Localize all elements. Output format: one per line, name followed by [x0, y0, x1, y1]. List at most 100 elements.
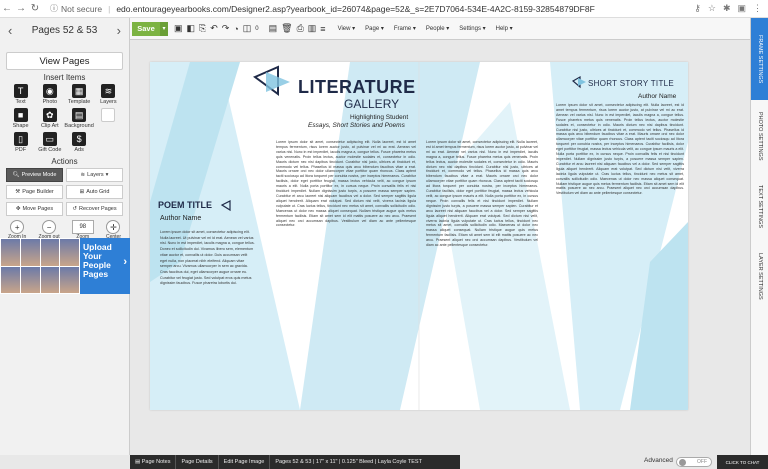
undo-icon[interactable]: ↶ [210, 23, 218, 34]
move-pages-button[interactable]: ✥ Move Pages [6, 202, 63, 216]
menu-label: Help [495, 26, 508, 32]
upload-people-button[interactable]: Upload Your People Pages › [80, 238, 130, 294]
story-author[interactable]: Author Name [638, 93, 676, 100]
insert-layers-button[interactable]: ≋ Layers [94, 84, 123, 105]
insert-clipart-button[interactable]: ✿ Clip Art [35, 108, 64, 129]
zoom-controls: + Zoom In − Zoom out 98 Zoom ✛ Center [0, 216, 129, 240]
poem-title[interactable]: POEM TITLE [158, 200, 212, 210]
page-info: Pages 52 & 53 | 17" x 11" | 0.125" Bleed… [275, 459, 422, 465]
recover-pages-button[interactable]: ↺ Recover Pages [66, 202, 123, 216]
insert-background-button[interactable]: ▤ Background [64, 108, 94, 129]
zoom-value-field[interactable]: 98 Zoom [71, 220, 94, 240]
info-icon[interactable]: ⓘ [50, 3, 58, 14]
spread-gallery[interactable]: GALLERY [344, 97, 399, 111]
menu-settings[interactable]: Settings ▾ [459, 25, 485, 32]
template-icon: ▦ [72, 84, 87, 98]
tab-label: PHOTO SETTINGS [757, 111, 763, 161]
next-page-icon[interactable]: › [117, 23, 121, 38]
copy-icon[interactable]: ⎘ [199, 23, 206, 34]
forward-icon[interactable]: → [14, 3, 28, 14]
center-button[interactable]: ✛ Center [106, 220, 121, 240]
extension-icon[interactable]: ▣ [737, 3, 746, 14]
previous-page-icon[interactable]: ‹ [8, 23, 12, 38]
poem-body[interactable]: Lorem ipsum dolor sit amet, consectetur … [160, 230, 255, 287]
spread-title[interactable]: LITERATURE [298, 77, 416, 98]
grid-icon: ⊞ [79, 189, 85, 195]
insert-shape-button[interactable]: ■ Shape [6, 108, 35, 129]
insert-giftcode-button[interactable]: ▭ Gift Code [35, 132, 64, 153]
menu-frame[interactable]: Frame ▾ [394, 25, 416, 32]
insert-photo-button[interactable]: ◉ Photo [35, 84, 64, 105]
preview-icon: 🔍︎ [12, 172, 20, 178]
tab-layer-settings[interactable]: LAYER SETTINGS [751, 242, 768, 310]
tab-frame-settings[interactable]: FRAME SETTINGS [751, 18, 768, 100]
redo-icon[interactable]: ↷ [222, 23, 230, 34]
click-to-chat-button[interactable]: CLICK TO CHAT [717, 455, 768, 469]
zoom-in-button[interactable]: + Zoom In [8, 220, 26, 240]
menu-icon[interactable]: ⋮ [753, 3, 762, 14]
save-button[interactable]: Save [132, 21, 160, 36]
insert-text-button[interactable]: T Text [6, 84, 35, 105]
reload-icon[interactable]: ↻ [28, 3, 42, 14]
spread-subtitle[interactable]: Essays, Short Stories and Poems [308, 122, 405, 129]
view-pages-button[interactable]: View Pages [6, 52, 123, 70]
story-column[interactable]: Lorem ipsum dolor sit amet, consectetur … [556, 103, 684, 408]
menu-label: Settings [459, 26, 481, 32]
page-details-button[interactable]: Page Details [176, 455, 219, 469]
print-icon[interactable]: ⎙ [297, 23, 304, 34]
paint-icon[interactable]: ◔ [233, 24, 238, 34]
page-builder-button[interactable]: ⚒ Page Builder [6, 185, 63, 199]
upload-people-banner[interactable]: Upload Your People Pages › [0, 238, 130, 294]
image-icon[interactable]: ▣ [174, 23, 183, 34]
zoom-value[interactable]: 98 [71, 220, 94, 234]
insert-ads-button[interactable]: $ Ads [64, 132, 93, 153]
thumbnail [60, 266, 79, 293]
poem-author[interactable]: Author Name [160, 215, 201, 222]
thumbnail [20, 239, 40, 266]
insert-item-label: Layers [100, 99, 117, 105]
menu-view[interactable]: View ▾ [338, 25, 356, 32]
url-field[interactable]: edo.entourageyearbooks.com/Designer2.asp… [116, 4, 694, 14]
menu-people[interactable]: People ▾ [426, 25, 449, 32]
pdf-icon[interactable]: ▥ [308, 23, 317, 34]
chevron-right-icon: › [123, 256, 127, 268]
zoom-out-button[interactable]: − Zoom out [39, 220, 60, 240]
tab-photo-settings[interactable]: PHOTO SETTINGS [751, 102, 768, 170]
advanced-toggle[interactable]: OFF [676, 457, 712, 467]
paste-icon[interactable]: ▤ [269, 23, 278, 34]
upload-label: Upload Your People Pages [83, 242, 112, 279]
giftcode-icon: ▭ [42, 132, 57, 146]
story-title[interactable]: SHORT STORY TITLE [588, 79, 674, 88]
design-canvas[interactable]: LITERATURE GALLERY Highlighting Student … [130, 40, 750, 455]
camera-icon: ◉ [42, 84, 57, 98]
spread-highlighting[interactable]: Highlighting Student [350, 114, 408, 121]
align-icon[interactable]: ≡ [320, 24, 325, 34]
edit-page-image-button[interactable]: Edit Page Image [219, 455, 271, 469]
layers-dropdown[interactable]: ≋ Layers ▾ [66, 168, 123, 182]
key-icon[interactable]: ⚷ [694, 3, 701, 14]
actions-grid: 🔍︎ Preview Mode ≋ Layers ▾ ⚒ Page Builder ⊞ A… [0, 168, 129, 216]
crop-icon[interactable]: ◧ [187, 23, 196, 34]
bookmark-icon[interactable]: ☆ [708, 3, 716, 14]
tab-text-settings[interactable]: TEXT SETTINGS [751, 174, 768, 238]
yearbook-spread[interactable]: LITERATURE GALLERY Highlighting Student … [150, 62, 688, 410]
zoom-out-icon: − [42, 220, 57, 234]
save-dropdown-icon[interactable]: ▾ [160, 21, 168, 36]
page-notes-button[interactable]: ▤ Page Notes [130, 455, 177, 469]
action-label: Preview Mode [21, 172, 57, 178]
insert-pdf-button[interactable]: ▯ PDF [6, 132, 35, 153]
insert-template-button[interactable]: ▦ Template [64, 84, 93, 105]
layer-icon[interactable]: ◫ [243, 23, 252, 34]
essay-column-2[interactable]: Lorem ipsum dolor sit amet, consectetur … [426, 140, 538, 410]
essay-column-1[interactable]: Lorem ipsum dolor sit amet, consectetur … [276, 140, 416, 410]
preview-mode-button[interactable]: 🔍︎ Preview Mode [6, 168, 63, 182]
page-navigator: ‹ Pages 52 & 53 › [0, 18, 129, 42]
action-label: Auto Grid [86, 189, 110, 195]
people-thumbnails [0, 238, 80, 294]
auto-grid-button[interactable]: ⊞ Auto Grid [66, 185, 123, 199]
menu-help[interactable]: Help ▾ [496, 25, 513, 32]
extension-icon[interactable]: ✱ [723, 3, 731, 14]
menu-page[interactable]: Page ▾ [365, 25, 384, 32]
back-icon[interactable]: ← [0, 3, 14, 14]
delete-icon[interactable]: 🗑︎ [281, 23, 292, 34]
